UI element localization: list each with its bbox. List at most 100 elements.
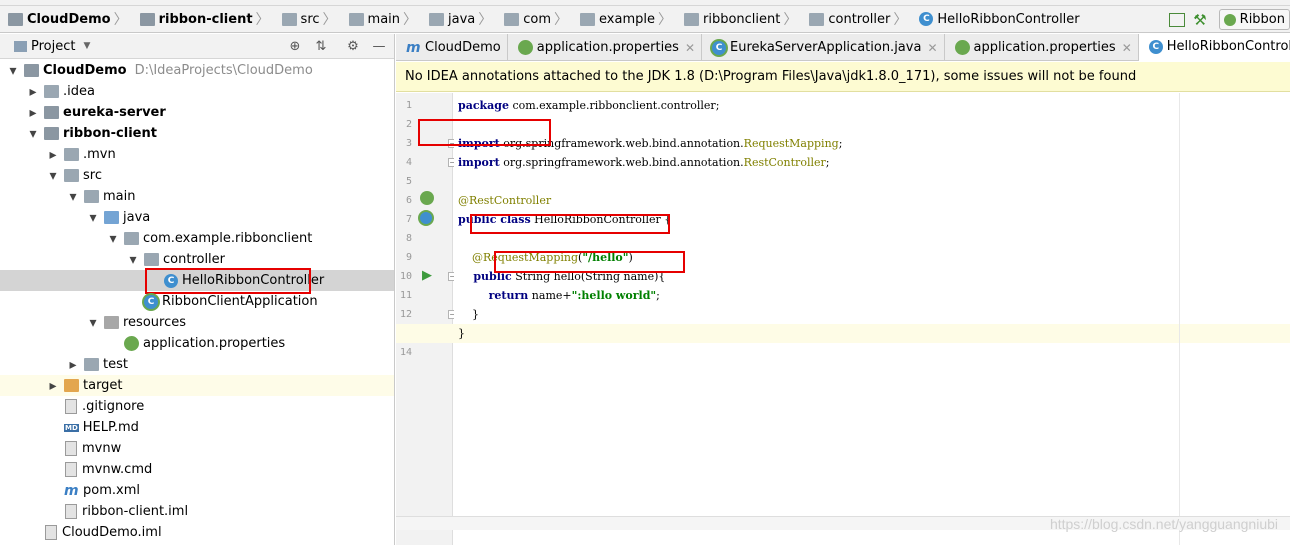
hide-panel-icon[interactable]: — <box>371 38 387 54</box>
tree-node[interactable]: ▾ java <box>0 207 394 228</box>
tree-node[interactable]: ▸ test <box>0 354 394 375</box>
tab-label: HelloRibbonController.java <box>1166 39 1290 54</box>
chevron-right-icon[interactable]: ▸ <box>26 105 40 121</box>
editor-tab[interactable]: CHelloRibbonController.java✕ <box>1138 34 1290 61</box>
line-number: 7 <box>405 214 412 225</box>
chevron-right-icon[interactable]: ▸ <box>26 84 40 100</box>
breadcrumb-separator-icon: 〉 <box>113 12 128 28</box>
breadcrumb-item[interactable]: com 〉 <box>496 6 572 32</box>
tree-node[interactable]: ▾ CloudDemo D:\IdeaProjects\CloudDemo <box>0 60 394 81</box>
chevron-down-icon[interactable]: ▾ <box>66 189 80 205</box>
tree-node[interactable]: ▸ .idea <box>0 81 394 102</box>
breadcrumb-item[interactable]: CloudDemo 〉 <box>0 6 132 32</box>
tree-node[interactable]: C RibbonClientApplication <box>0 291 394 312</box>
tree-node[interactable]: C HelloRibbonController <box>0 268 394 294</box>
tree-node[interactable]: ribbon-client.iml <box>0 501 394 522</box>
breadcrumb-item[interactable]: C HelloRibbonController <box>911 6 1082 32</box>
view-dropdown-icon[interactable]: ▼ <box>83 41 90 51</box>
project-panel-title[interactable]: Project <box>31 39 75 54</box>
run-config-selector[interactable]: Ribbon <box>1218 9 1290 30</box>
tree-node-label: java <box>123 210 151 225</box>
tree-node[interactable]: m pom.xml <box>0 480 394 501</box>
ide-window: CloudDemo 〉 ribbon-client 〉 src 〉 main 〉 java 〉 co… <box>0 0 1290 545</box>
line-number: 5 <box>405 176 412 187</box>
source-folder-icon <box>104 211 119 224</box>
close-icon[interactable]: ✕ <box>685 41 695 55</box>
chevron-down-icon[interactable]: ▾ <box>106 231 120 247</box>
tree-node[interactable]: mvnw <box>0 438 394 459</box>
folder-icon <box>84 190 99 203</box>
folder-icon <box>504 12 520 26</box>
breadcrumb-item[interactable]: example 〉 <box>572 6 676 32</box>
toolbar-right: ⚒ Ribbon <box>1169 6 1290 32</box>
tree-node[interactable]: ▸ .mvn <box>0 144 394 165</box>
breadcrumb-item[interactable]: controller 〉 <box>801 6 911 32</box>
tree-node-label: mvnw.cmd <box>82 462 153 477</box>
breadcrumb-separator-icon: 〉 <box>893 12 908 28</box>
tree-node[interactable]: ▾ ribbon-client <box>0 123 394 144</box>
breadcrumb-item[interactable]: ribbon-client 〉 <box>132 6 274 32</box>
resources-folder-icon <box>104 316 119 329</box>
project-structure-icon[interactable] <box>1169 12 1186 27</box>
package-icon <box>124 232 139 245</box>
code-line: } <box>458 308 479 321</box>
code-line: package com.example.ribbonclient.control… <box>458 99 719 112</box>
chevron-down-icon[interactable]: ▾ <box>126 252 140 268</box>
breadcrumb-item[interactable]: main 〉 <box>341 6 421 32</box>
editor-tab[interactable]: application.properties ✕ <box>945 34 1139 61</box>
tree-node[interactable]: mvnw.cmd <box>0 459 394 480</box>
close-icon[interactable]: ✕ <box>1122 41 1132 55</box>
editor-tab[interactable]: C EurekaServerApplication.java ✕ <box>702 34 945 61</box>
tree-node[interactable]: ▾ resources <box>0 312 394 333</box>
tree-node[interactable]: ▾ src <box>0 165 394 186</box>
class-icon: C <box>919 12 934 26</box>
collapse-all-icon[interactable]: ⇅ <box>313 38 329 54</box>
tree-node[interactable]: MD HELP.md <box>0 417 394 438</box>
chevron-right-icon[interactable]: ▸ <box>66 357 80 373</box>
breadcrumb-label: ribbon-client <box>158 11 253 27</box>
tree-node[interactable]: CloudDemo.iml <box>0 522 394 543</box>
chevron-right-icon[interactable]: ▸ <box>46 147 60 163</box>
editor-tab[interactable]: application.properties ✕ <box>508 34 703 61</box>
spring-class-icon[interactable] <box>420 212 432 224</box>
tab-label: CloudDemo <box>425 40 501 55</box>
breadcrumb-label: java <box>448 11 476 27</box>
spring-icon <box>1223 13 1236 26</box>
chevron-down-icon[interactable]: ▾ <box>26 126 40 142</box>
tree-node[interactable]: ▾ controller <box>0 249 394 270</box>
chevron-down-icon[interactable]: ▾ <box>86 210 100 226</box>
breadcrumb-item[interactable]: java 〉 <box>421 6 496 32</box>
tree-node-label: .gitignore <box>82 399 145 414</box>
line-number: 14 <box>399 347 412 358</box>
code-token: RequestMapping <box>743 137 839 150</box>
tree-node[interactable]: ▾ com.example.ribbonclient <box>0 228 394 249</box>
breadcrumb-item[interactable]: src 〉 <box>274 6 341 32</box>
build-hammer-icon[interactable]: ⚒ <box>1193 11 1206 29</box>
tree-node-label: mvnw <box>82 441 122 456</box>
chevron-right-icon[interactable]: ▸ <box>46 378 60 394</box>
code-token: org.springframework.web.bind.annotation. <box>499 156 744 169</box>
breadcrumb-label: controller <box>828 11 891 27</box>
tree-node[interactable]: ▸ target <box>0 375 394 396</box>
tree-node[interactable]: application.properties <box>0 333 394 354</box>
folder-icon <box>429 12 445 26</box>
tree-node-label: .idea <box>63 84 95 99</box>
chevron-down-icon[interactable]: ▾ <box>6 63 20 79</box>
tree-node-label: pom.xml <box>83 483 140 498</box>
code-area[interactable]: package com.example.ribbonclient.control… <box>396 93 1290 545</box>
editor-tab[interactable]: m CloudDemo <box>396 34 508 61</box>
spring-bean-icon[interactable] <box>420 191 434 205</box>
chevron-down-icon[interactable]: ▾ <box>46 168 60 184</box>
tree-node[interactable]: .gitignore <box>0 396 394 417</box>
code-token: ; <box>838 137 843 150</box>
close-icon[interactable]: ✕ <box>927 41 937 55</box>
editor-area: m CloudDemo application.properties ✕ C Eureka… <box>396 34 1290 545</box>
settings-gear-icon[interactable]: ⚙ <box>345 38 361 54</box>
tree-node[interactable]: ▸ eureka-server <box>0 102 394 123</box>
run-icon[interactable]: ▶ <box>422 268 432 283</box>
highlight-box <box>494 251 685 273</box>
tree-node[interactable]: ▾ main <box>0 186 394 207</box>
chevron-down-icon[interactable]: ▾ <box>86 315 100 331</box>
locate-target-icon[interactable]: ⊕ <box>287 38 303 54</box>
breadcrumb-item[interactable]: ribbonclient 〉 <box>676 6 801 32</box>
